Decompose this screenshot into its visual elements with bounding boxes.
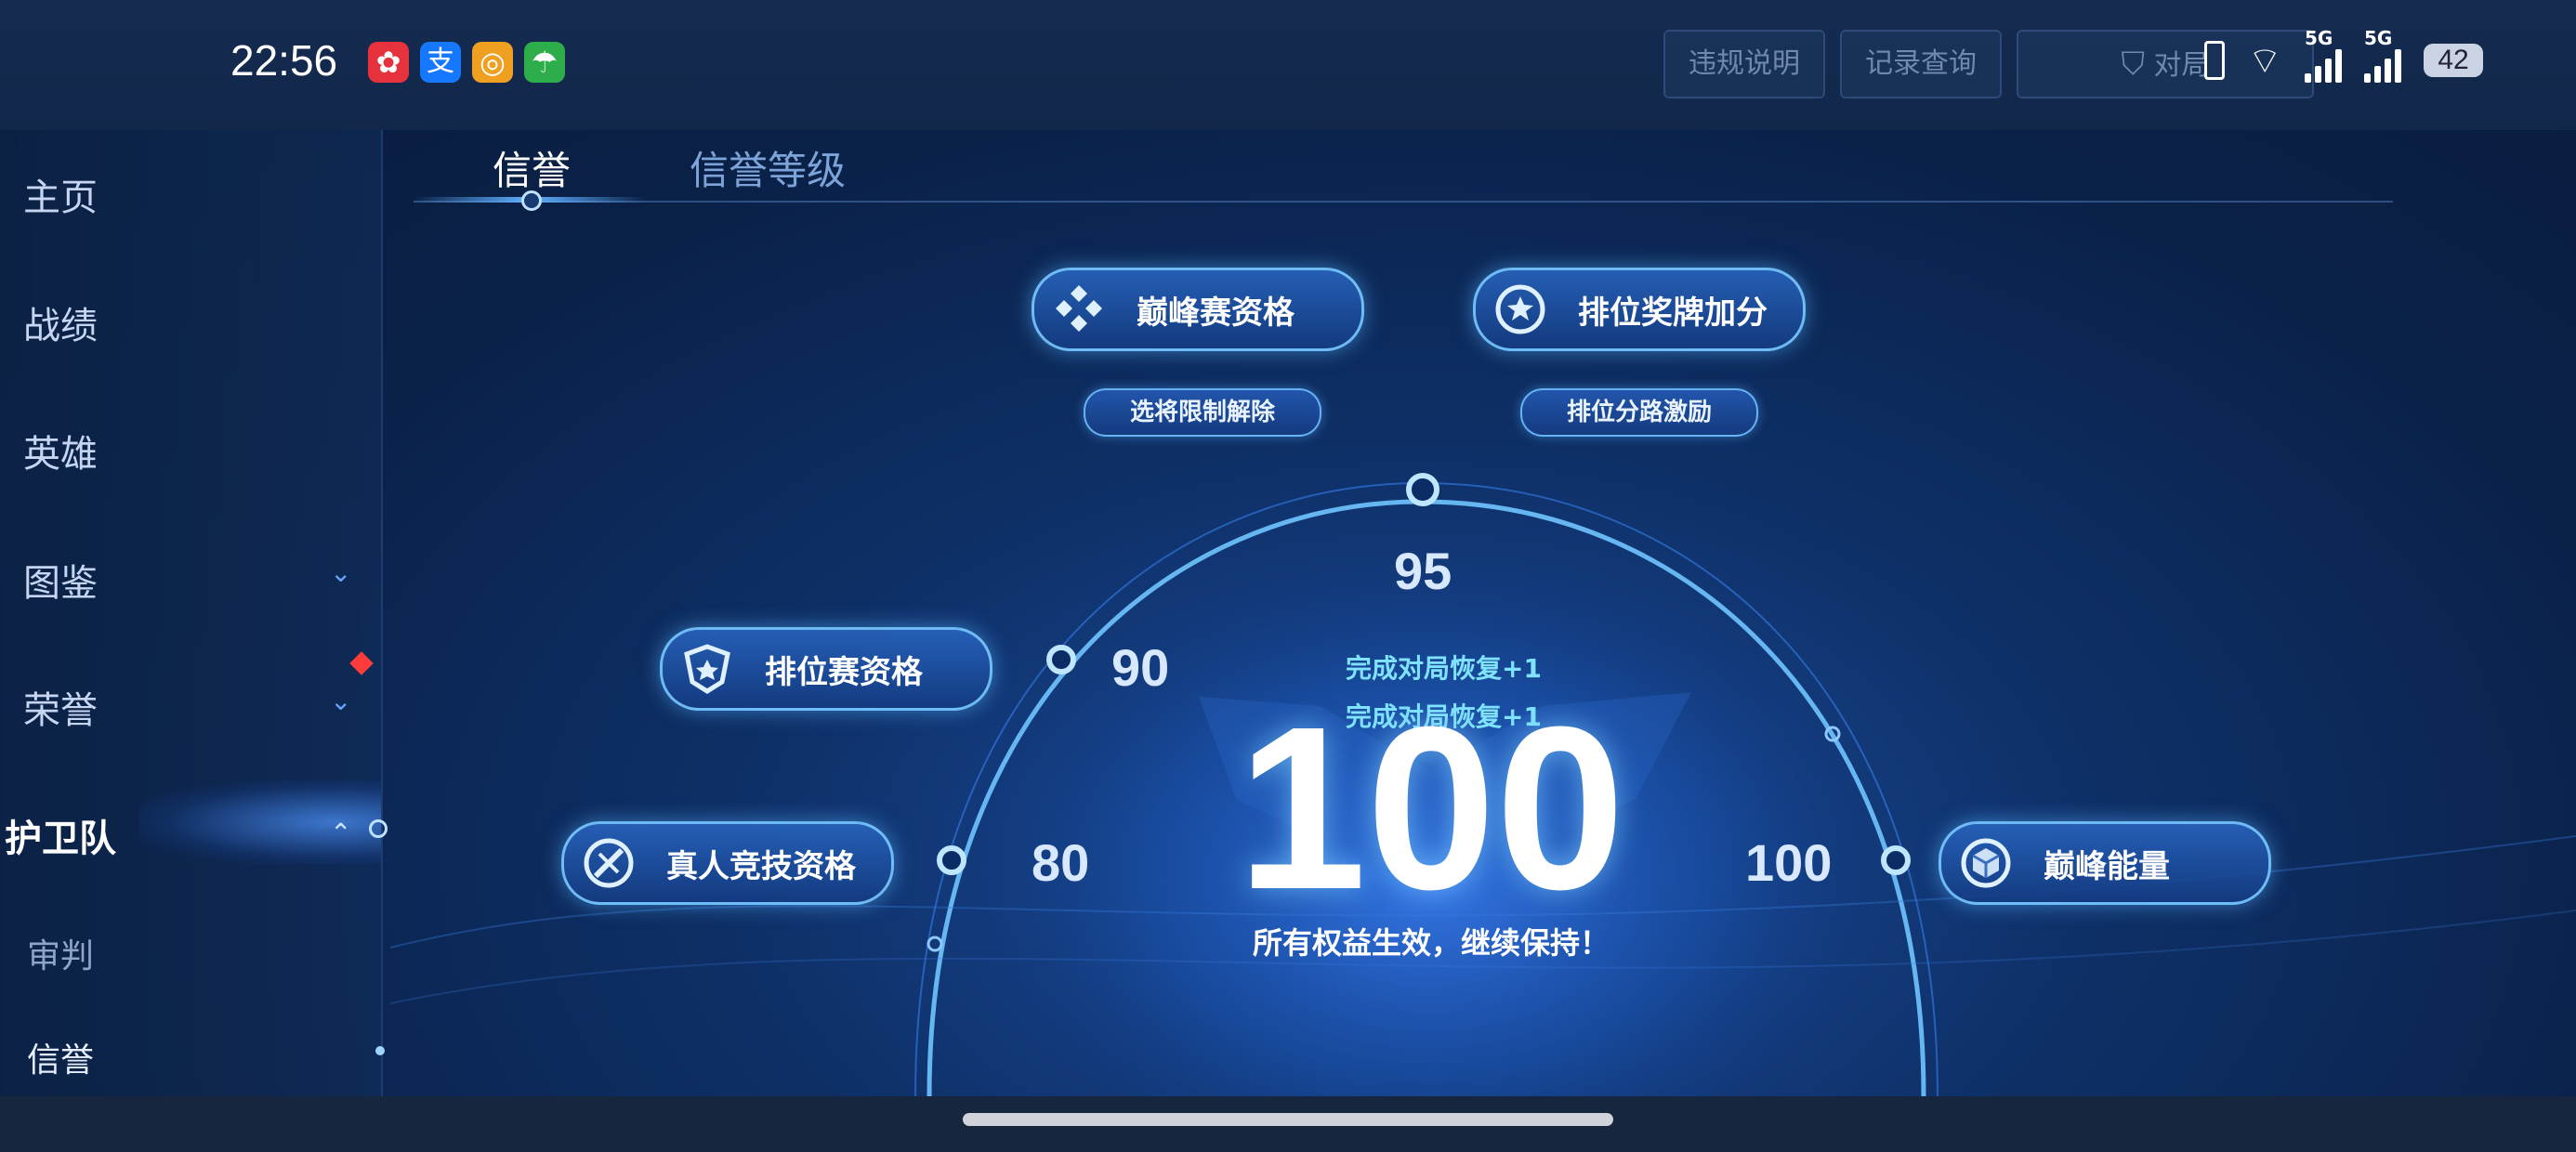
- sidebar-item-guard[interactable]: 护卫队: [0, 808, 251, 862]
- credit-score: 100: [1237, 678, 1625, 937]
- tick-80: 80: [1032, 833, 1090, 892]
- sidebar-item-codex[interactable]: 图鉴: [0, 553, 251, 607]
- lane-bonus-tag[interactable]: 排位分路激励: [1520, 388, 1758, 437]
- sidebar-item-home[interactable]: 主页: [0, 167, 251, 221]
- sidebar-item-judge[interactable]: 审判: [0, 929, 251, 977]
- sidebar-item-heroes[interactable]: 英雄: [0, 424, 251, 478]
- pill-label: 真人竞技资格: [666, 847, 856, 885]
- diamond-cluster-icon: [1049, 280, 1109, 339]
- home-indicator[interactable]: [963, 1113, 1613, 1126]
- human-competition-qualification[interactable]: 真人竞技资格: [561, 821, 894, 905]
- rank-medal-bonus[interactable]: 排位奖牌加分: [1473, 268, 1806, 351]
- sidebar-item-honor[interactable]: 荣誉: [0, 680, 251, 734]
- peak-energy[interactable]: 巅峰能量: [1939, 821, 2271, 905]
- tab-divider: [414, 201, 2393, 203]
- phone-icon: [2204, 41, 2226, 80]
- status-time: 22:56: [230, 36, 338, 85]
- record-query-button[interactable]: 记录查询: [1840, 30, 2002, 98]
- signal-1: 5G: [2305, 27, 2342, 83]
- credit-status-message: 所有权益生效，继续保持！: [1252, 925, 1610, 961]
- pill-label: 排位赛资格: [765, 653, 923, 691]
- match-button-label: 对局: [2153, 49, 2210, 82]
- sidebar-item-record[interactable]: 战绩: [0, 295, 251, 349]
- alipay-icon: 支: [420, 42, 461, 83]
- shield-wing-icon: ⛉: [2121, 46, 2145, 83]
- tab-indicator: [521, 190, 542, 211]
- sword-shield-icon: [579, 833, 638, 893]
- peak-match-qualification[interactable]: 巅峰赛资格: [1032, 268, 1364, 351]
- tick-100: 100: [1745, 833, 1833, 892]
- pill-label: 巅峰能量: [2044, 847, 2170, 885]
- star-medal-icon: [1491, 280, 1550, 339]
- tab-credit[interactable]: 信誉: [493, 139, 571, 196]
- target-app-icon: ◎: [472, 42, 513, 83]
- active-node: [369, 819, 388, 838]
- wifi-icon: ⌔: [2247, 40, 2282, 83]
- system-indicators: ⌔ 5G 5G 42: [2204, 27, 2483, 84]
- bilibili-icon: ✿: [368, 42, 409, 83]
- battery-icon: 42: [2424, 44, 2483, 77]
- umbrella-app-icon: ☂: [524, 42, 565, 83]
- selected-dot: [375, 1046, 385, 1055]
- chevron-down-icon[interactable]: ⌄: [330, 557, 351, 588]
- violation-explain-button[interactable]: 违规说明: [1663, 30, 1825, 98]
- chevron-down-icon[interactable]: ⌄: [330, 686, 351, 716]
- sidebar-item-credit[interactable]: 信誉: [0, 1033, 251, 1081]
- tick-95: 95: [1394, 542, 1452, 600]
- signal-2: 5G: [2364, 27, 2401, 83]
- pill-label: 排位奖牌加分: [1578, 294, 1768, 332]
- credit-gauge-arc: [389, 455, 2576, 1152]
- cube-icon: [1956, 833, 2016, 893]
- tick-90: 90: [1111, 638, 1170, 697]
- ranked-match-qualification[interactable]: 排位赛资格: [660, 627, 992, 711]
- chevron-up-icon[interactable]: ⌃: [330, 818, 351, 848]
- tab-credit-level[interactable]: 信誉等级: [690, 139, 846, 196]
- pill-label: 巅峰赛资格: [1137, 294, 1295, 332]
- shield-star-icon: [677, 639, 737, 699]
- pick-unlock-tag[interactable]: 选将限制解除: [1084, 388, 1321, 437]
